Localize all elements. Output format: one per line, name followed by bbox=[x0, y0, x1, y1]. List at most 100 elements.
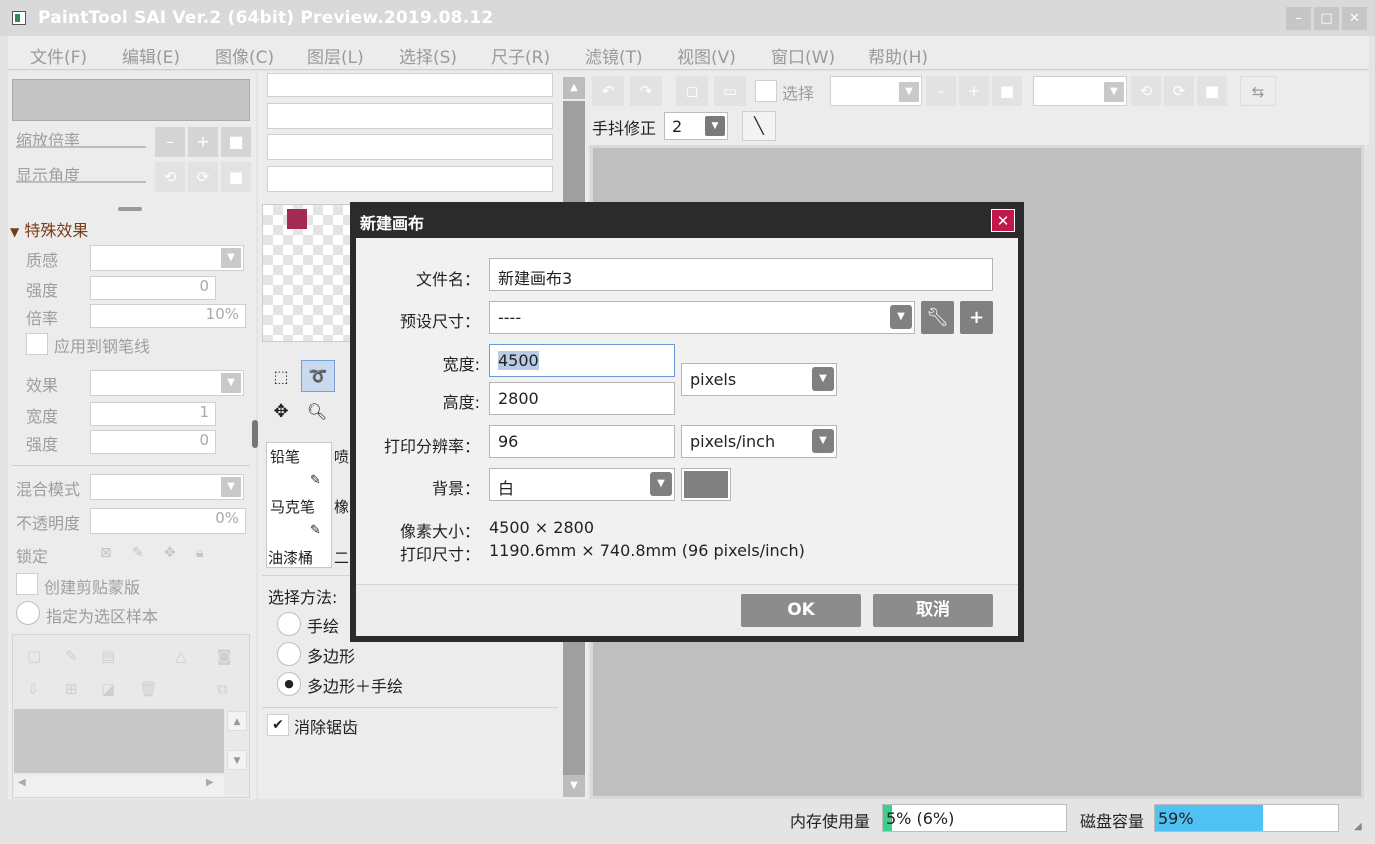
menu-edit[interactable]: 编辑(E) bbox=[122, 43, 180, 68]
texture-combo[interactable]: ▼ bbox=[90, 245, 244, 271]
angle-combo[interactable]: ▼ bbox=[1033, 76, 1127, 106]
tool-scroll-down-icon[interactable]: ▼ bbox=[563, 775, 585, 797]
effect-layer-icon[interactable]: △ bbox=[175, 647, 187, 665]
new-layer-icon[interactable]: ▢ bbox=[27, 647, 41, 665]
stabilizer-combo[interactable]: 2 ▼ bbox=[664, 112, 728, 140]
rotate-cw-icon[interactable]: ⟳ bbox=[1164, 76, 1194, 106]
menu-help[interactable]: 帮助(H) bbox=[868, 43, 928, 68]
cancel-button[interactable]: 取消 bbox=[873, 594, 993, 627]
brush-slider-4[interactable] bbox=[267, 166, 553, 192]
brush-binary[interactable]: 二 bbox=[334, 547, 349, 568]
brush-slider-1[interactable] bbox=[267, 73, 553, 97]
width-input[interactable]: 4500 bbox=[489, 344, 675, 377]
radio-freehand[interactable] bbox=[277, 612, 301, 636]
lasso-select-icon[interactable]: ➰ bbox=[301, 360, 335, 392]
zoom-reset-button[interactable]: ■ bbox=[221, 127, 251, 157]
brush-airbrush[interactable]: 喷 bbox=[334, 446, 349, 467]
select-checkbox[interactable] bbox=[755, 80, 777, 102]
clip-mask-checkbox[interactable] bbox=[16, 573, 38, 595]
mask-icon[interactable]: ◙ bbox=[217, 647, 232, 665]
effect-combo[interactable]: ▼ bbox=[90, 370, 244, 396]
strength-field[interactable]: 0 bbox=[90, 276, 216, 300]
zoom-out-button[interactable]: – bbox=[155, 127, 185, 157]
angle-slider[interactable] bbox=[16, 181, 146, 183]
add-preset-icon[interactable]: + bbox=[960, 301, 993, 334]
move-tool-icon[interactable]: ✥ bbox=[268, 399, 294, 425]
apply-pen-checkbox[interactable] bbox=[26, 333, 48, 355]
background-color-button[interactable] bbox=[681, 468, 731, 501]
menu-filter[interactable]: 滤镜(T) bbox=[585, 43, 643, 68]
tool-scroll-up-icon[interactable]: ▲ bbox=[563, 77, 585, 99]
brush-bucket[interactable]: 油漆桶 bbox=[268, 547, 313, 568]
menu-select[interactable]: 选择(S) bbox=[399, 43, 457, 68]
menu-view[interactable]: 视图(V) bbox=[677, 43, 736, 68]
rect-select-icon[interactable]: ⬚ bbox=[268, 364, 294, 390]
dpi-unit-combo[interactable]: pixels/inch ▼ bbox=[681, 425, 837, 458]
scroll-up-icon[interactable]: ▲ bbox=[227, 711, 247, 731]
layer-list[interactable] bbox=[14, 709, 224, 773]
new-folder-icon[interactable]: ▤ bbox=[101, 647, 115, 665]
flip-icon[interactable]: ⇆ bbox=[1240, 76, 1276, 106]
line-tool-icon[interactable]: ╲ bbox=[742, 111, 776, 141]
zoom-in-button[interactable]: + bbox=[188, 127, 218, 157]
height-input[interactable]: 2800 bbox=[489, 382, 675, 415]
brush-eraser[interactable]: 橡 bbox=[334, 496, 349, 517]
lock-all-icon[interactable]: 🔒︎ bbox=[196, 545, 203, 561]
rotate-reset-button[interactable]: ■ bbox=[221, 162, 251, 192]
menu-file[interactable]: 文件(F) bbox=[30, 43, 87, 68]
resize-grip-icon[interactable]: ◢ bbox=[1354, 821, 1362, 832]
brush-pencil[interactable]: 铅笔 bbox=[270, 446, 300, 467]
background-combo[interactable]: 白 ▼ bbox=[489, 468, 675, 501]
rotate-left-button[interactable]: ⟲ bbox=[155, 162, 185, 192]
color-swatch-area[interactable] bbox=[262, 204, 352, 342]
dialog-close-button[interactable]: ✕ bbox=[991, 209, 1015, 232]
rotate-right-button[interactable]: ⟳ bbox=[188, 162, 218, 192]
zoom-tool-icon[interactable]: 🔍︎ bbox=[304, 399, 330, 425]
scroll-down-icon[interactable]: ▼ bbox=[227, 750, 247, 770]
unit-combo[interactable]: pixels ▼ bbox=[681, 363, 837, 396]
clear-layer-icon[interactable]: ◪ bbox=[101, 680, 115, 698]
lock-transparency-icon[interactable]: ⊠ bbox=[100, 545, 112, 561]
zoom-out-icon[interactable]: – bbox=[926, 76, 956, 106]
menu-layer[interactable]: 图层(L) bbox=[307, 43, 364, 68]
blend-combo[interactable]: ▼ bbox=[90, 474, 244, 500]
wrench-icon[interactable]: 🔧︎ bbox=[921, 301, 954, 334]
zoom-in-icon[interactable]: + bbox=[959, 76, 989, 106]
opacity-field[interactable]: 0% bbox=[90, 508, 246, 534]
filename-input[interactable]: 新建画布3 bbox=[489, 258, 993, 291]
close-window-button[interactable]: ✕ bbox=[1342, 7, 1367, 30]
menu-ruler[interactable]: 尺子(R) bbox=[491, 43, 550, 68]
radio-polygon-freehand[interactable]: ● bbox=[277, 672, 301, 696]
invert-selection-icon[interactable]: ▭ bbox=[714, 76, 746, 106]
scroll-left-icon[interactable]: ◀ bbox=[18, 777, 26, 788]
zoom-slider[interactable] bbox=[16, 146, 146, 148]
preset-combo[interactable]: ---- ▼ bbox=[489, 301, 915, 334]
lock-paint-icon[interactable]: ✎ bbox=[132, 545, 144, 561]
transfer-down-icon[interactable]: ⇩ bbox=[27, 680, 40, 698]
trash-icon[interactable]: 🗑︎ bbox=[139, 680, 158, 698]
deselect-icon[interactable]: ◻ bbox=[676, 76, 708, 106]
undo-icon[interactable]: ↶ bbox=[592, 76, 624, 106]
minimize-button[interactable]: – bbox=[1286, 7, 1311, 30]
zoom-fit-icon[interactable]: ■ bbox=[992, 76, 1022, 106]
navigator-preview[interactable] bbox=[12, 79, 250, 121]
rotate-reset-icon[interactable]: ■ bbox=[1197, 76, 1227, 106]
h-scrollbar[interactable]: ◀ ▶ bbox=[14, 775, 224, 797]
brush-slider-2[interactable] bbox=[267, 103, 553, 129]
menu-window[interactable]: 窗口(W) bbox=[771, 43, 835, 68]
rotate-ccw-icon[interactable]: ⟲ bbox=[1131, 76, 1161, 106]
sample-radio[interactable] bbox=[16, 601, 40, 625]
ok-button[interactable]: OK bbox=[741, 594, 861, 627]
strength2-field[interactable]: 0 bbox=[90, 430, 216, 454]
splitter-handle[interactable] bbox=[118, 207, 142, 211]
primary-color-swatch[interactable] bbox=[287, 209, 307, 229]
effects-header[interactable]: ▼ 特殊效果 bbox=[10, 217, 88, 241]
scroll-right-icon[interactable]: ▶ bbox=[206, 777, 214, 788]
merge-down-icon[interactable]: ⊞ bbox=[65, 680, 78, 698]
brush-slider-3[interactable] bbox=[267, 134, 553, 160]
maximize-button[interactable]: □ bbox=[1314, 7, 1339, 30]
brush-marker[interactable]: 马克笔 bbox=[270, 496, 315, 517]
menu-image[interactable]: 图像(C) bbox=[215, 43, 274, 68]
zoom-combo[interactable]: ▼ bbox=[830, 76, 922, 106]
lock-move-icon[interactable]: ✥ bbox=[164, 545, 176, 561]
